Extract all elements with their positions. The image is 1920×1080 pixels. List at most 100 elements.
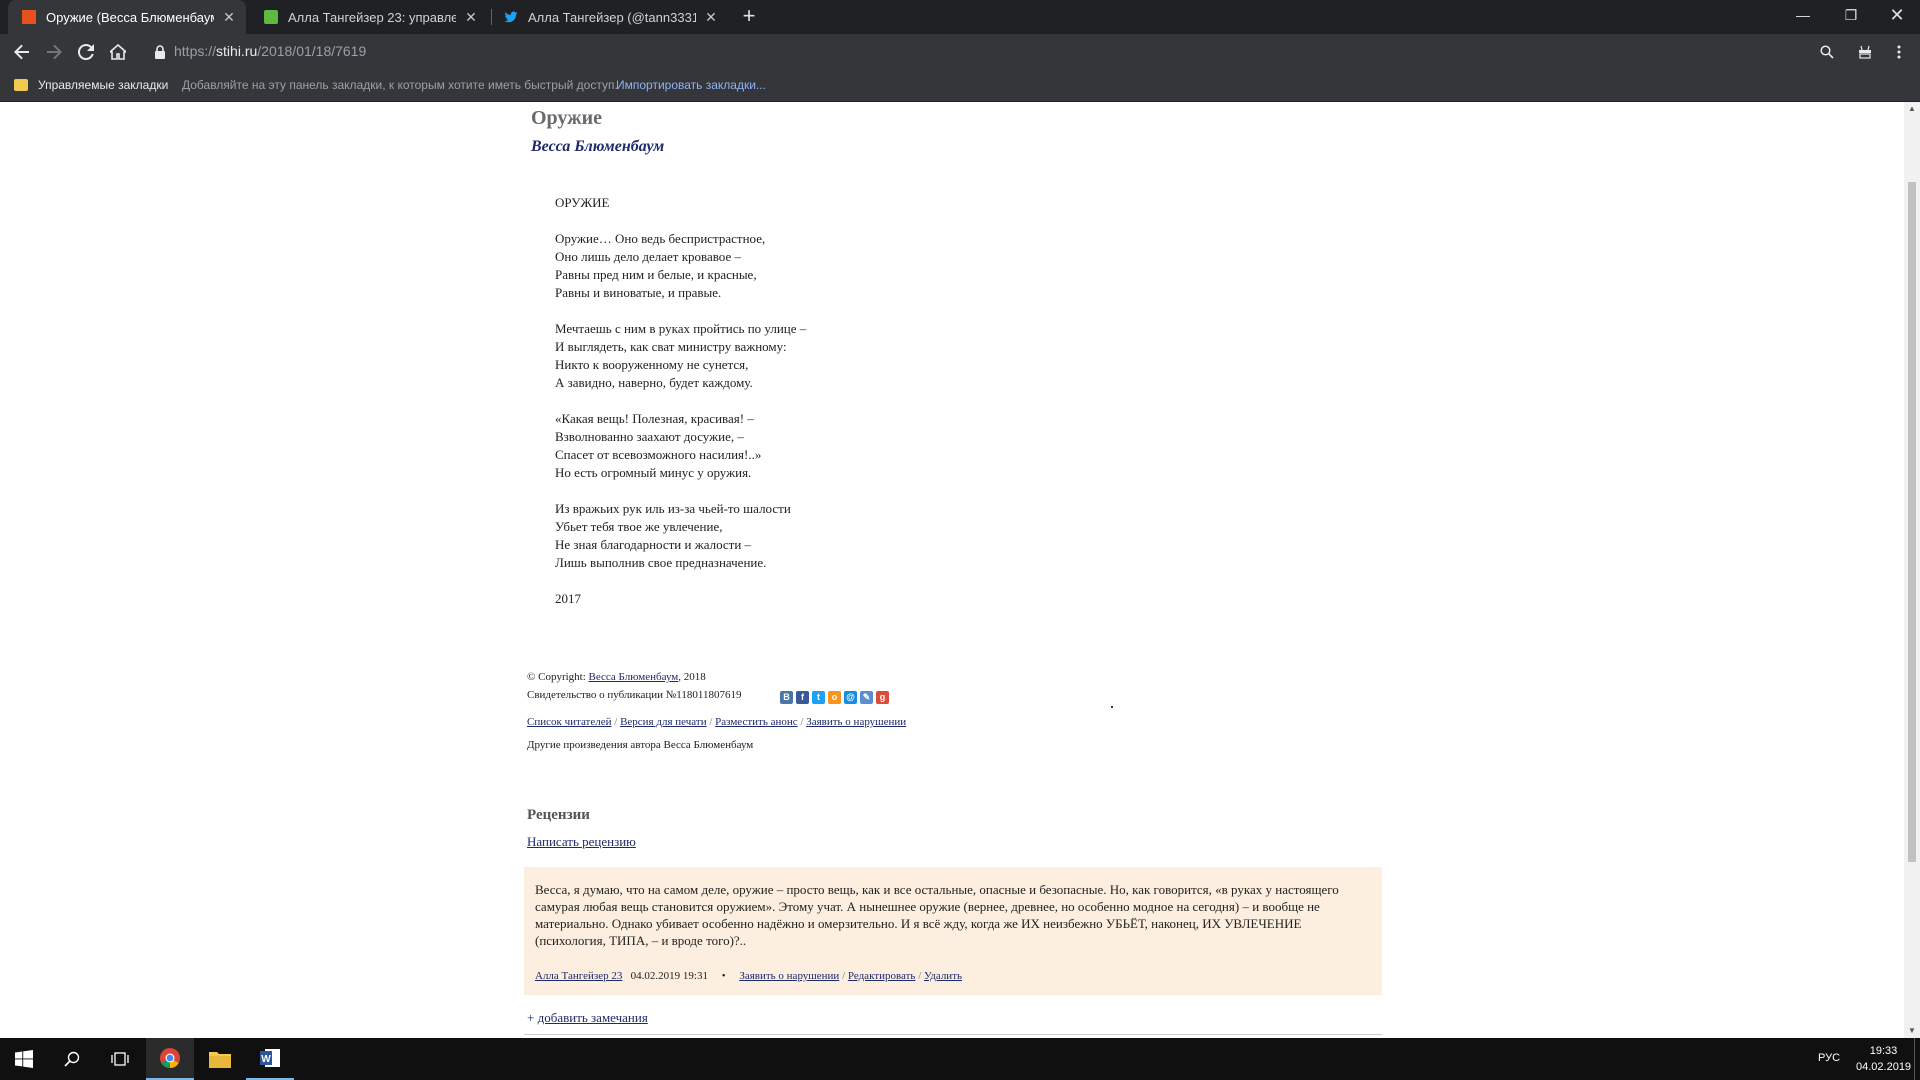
author-link[interactable]: Весса Блюменбаум: [531, 138, 664, 156]
tab-3[interactable]: Алла Тангейзер (@tann333111a ✕: [490, 0, 728, 34]
add-note-link[interactable]: добавить замечания: [538, 1010, 648, 1025]
close-icon[interactable]: ✕: [222, 9, 236, 26]
poem-line: Оно лишь дело делает кровавое –: [555, 249, 741, 264]
home-icon: [110, 44, 126, 60]
restore-button[interactable]: ❐: [1828, 0, 1874, 34]
review-delete-link[interactable]: Удалить: [924, 970, 962, 982]
reload-icon: [78, 44, 94, 60]
add-note-prefix: +: [527, 1010, 538, 1025]
report-violation-link[interactable]: Заявить о нарушении: [806, 716, 906, 728]
reviews-heading: Рецензии: [527, 807, 590, 823]
clock-time: 19:33: [1869, 1045, 1898, 1057]
arrow-right-icon: [47, 44, 62, 60]
link-separator: /: [611, 716, 621, 728]
stihi-favicon-icon: [22, 10, 36, 24]
stanza: Из вражьих рук иль из-за чьей-то шалости…: [555, 500, 1155, 572]
arrow-left-icon: [14, 44, 29, 60]
link-separator: /: [797, 716, 807, 728]
chrome-taskbar-button[interactable]: [146, 1038, 194, 1080]
divider: [524, 1034, 1382, 1035]
show-desktop-button[interactable]: [1914, 1038, 1915, 1080]
page-title: Оружие: [531, 107, 603, 129]
write-review-link[interactable]: Написать рецензию: [527, 834, 636, 849]
poem-line: И выглядеть, как сват министру важному:: [555, 339, 787, 354]
work-links: Список читателей / Версия для печати / Р…: [527, 716, 906, 728]
tab-strip: Оружие (Весса Блюменбаум) / С ✕ Алла Тан…: [0, 0, 1920, 34]
extension-button[interactable]: [1852, 39, 1878, 65]
word-taskbar-button[interactable]: W: [246, 1038, 294, 1080]
poem-line: Спасет от всевозможного насилия!..»: [555, 447, 762, 462]
facebook-icon[interactable]: f: [796, 691, 809, 704]
page-viewport: Оружие Весса Блюменбаум ОРУЖИЕ Оружие… О…: [0, 102, 1904, 1038]
twitter-favicon-icon: [504, 10, 518, 24]
livejournal-icon[interactable]: ✎: [860, 691, 873, 704]
vk-icon[interactable]: В: [780, 691, 793, 704]
poem-line: Но есть огромный минус у оружия.: [555, 465, 752, 480]
page-scrollbar[interactable]: ▲ ▼: [1904, 102, 1920, 1038]
review-edit-link[interactable]: Редактировать: [848, 970, 916, 982]
post-announcement-link[interactable]: Разместить анонс: [715, 716, 798, 728]
stray-dot: [1111, 706, 1113, 708]
twitter-icon[interactable]: t: [812, 691, 825, 704]
url-scheme: https://: [174, 43, 217, 59]
minimize-button[interactable]: —: [1780, 0, 1826, 34]
start-button[interactable]: [0, 1038, 48, 1080]
reload-button[interactable]: [73, 39, 99, 65]
home-button[interactable]: [105, 39, 131, 65]
review-report-link[interactable]: Заявить о нарушении: [739, 970, 839, 982]
poem-line: Взволнованно заахают досужие, –: [555, 429, 744, 444]
poem-text: ОРУЖИЕ Оружие… Оно ведь беспристрастное,…: [555, 194, 1155, 626]
tab-1[interactable]: Оружие (Весса Блюменбаум) / С ✕: [8, 0, 246, 34]
close-icon[interactable]: ✕: [704, 9, 718, 26]
address-bar[interactable]: https://stihi.ru/2018/01/18/7619: [140, 38, 1830, 66]
readers-list-link[interactable]: Список читателей: [527, 716, 612, 728]
write-review: Написать рецензию: [527, 834, 636, 850]
kebab-menu-icon: [1897, 45, 1901, 59]
copyright-prefix: © Copyright:: [527, 671, 586, 683]
language-indicator[interactable]: РУС: [1818, 1052, 1840, 1064]
tab-2[interactable]: Алла Тангейзер 23: управление ✕: [250, 0, 488, 34]
poem-line: Убьет тебя твое же увлечение,: [555, 519, 723, 534]
lock-icon: [155, 45, 165, 59]
clock[interactable]: 19:33 04.02.2019: [1856, 1043, 1911, 1075]
folder-icon: [209, 1052, 231, 1068]
other-works: Другие произведения автора Весса Блюменб…: [527, 739, 753, 751]
copyright-author-link[interactable]: Весса Блюменбаум: [589, 671, 679, 683]
file-explorer-taskbar-button[interactable]: [196, 1038, 244, 1080]
review-author-link[interactable]: Алла Тангейзер 23: [535, 970, 622, 982]
folder-icon: [14, 79, 28, 91]
bookmarks-hint: Добавляйте на эту панель закладки, к кот…: [182, 78, 618, 92]
review-text: Весса, я думаю, что на самом деле, оружи…: [535, 882, 1339, 948]
mailru-icon[interactable]: @: [844, 691, 857, 704]
back-button[interactable]: [9, 39, 35, 65]
close-window-button[interactable]: ✕: [1874, 0, 1920, 34]
scroll-up-arrow-icon[interactable]: ▲: [1904, 102, 1920, 116]
copyright-year: , 2018: [678, 671, 706, 683]
other-works-link[interactable]: Другие произведения автора Весса Блюменб…: [527, 739, 753, 751]
managed-bookmarks-folder[interactable]: Управляемые закладки: [38, 78, 168, 92]
url-host: stihi.ru: [216, 43, 258, 59]
search-button[interactable]: [48, 1038, 96, 1080]
menu-button[interactable]: [1886, 39, 1912, 65]
new-tab-button[interactable]: +: [736, 4, 762, 30]
poem-line: Никто к вооруженному не сунется,: [555, 357, 749, 372]
task-view-button[interactable]: [96, 1038, 144, 1080]
stanza: Оружие… Оно ведь беспристрастное, Оно ли…: [555, 230, 1155, 302]
poem-line: «Какая вещь! Полезная, красивая! –: [555, 411, 754, 426]
scroll-down-arrow-icon[interactable]: ▼: [1904, 1024, 1920, 1038]
search-icon: [64, 1051, 80, 1067]
poem-line: Лишь выполнив свое предназначение.: [555, 555, 767, 570]
clock-date: 04.02.2019: [1856, 1061, 1912, 1073]
print-version-link[interactable]: Версия для печати: [620, 716, 707, 728]
url-text[interactable]: https://stihi.ru/2018/01/18/7619: [174, 43, 366, 59]
close-icon[interactable]: ✕: [464, 9, 478, 26]
review-datetime: 04.02.2019 19:31: [630, 970, 708, 982]
windows-taskbar: W РУС 19:33 04.02.2019: [0, 1038, 1920, 1080]
forward-button[interactable]: [41, 39, 67, 65]
import-bookmarks-link[interactable]: Импортировать закладки...: [616, 78, 766, 92]
scroll-thumb[interactable]: [1908, 182, 1916, 862]
zoom-button[interactable]: [1814, 39, 1840, 65]
windows-logo-icon: [15, 1050, 33, 1068]
google-plus-icon[interactable]: g: [876, 691, 889, 704]
odnoklassniki-icon[interactable]: о: [828, 691, 841, 704]
